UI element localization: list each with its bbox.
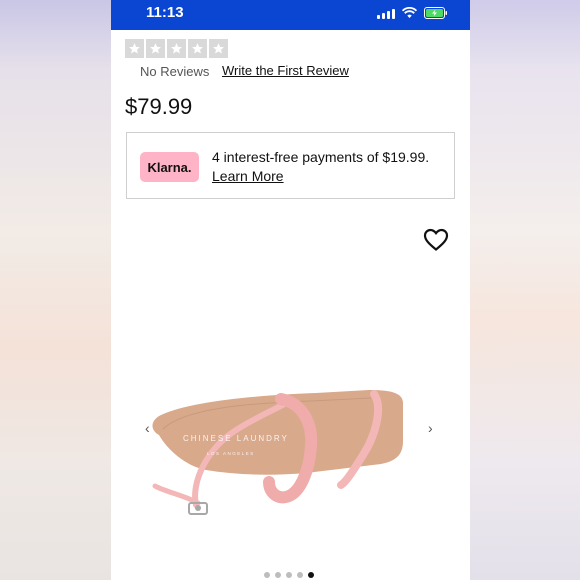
- product-image-carousel[interactable]: CHINESE LAUNDRY LOS ANGELES ‹ ›: [111, 205, 470, 570]
- signal-icon: [377, 8, 395, 19]
- write-first-review-link[interactable]: Write the First Review: [222, 63, 349, 78]
- no-reviews-text: No Reviews: [140, 64, 210, 79]
- klarna-promo: Klarna. 4 interest-free payments of $19.…: [126, 132, 455, 199]
- brand-subtext-on-image: LOS ANGELES: [207, 451, 255, 456]
- carousel-dot[interactable]: [297, 572, 303, 578]
- carousel-dot[interactable]: [264, 572, 270, 578]
- status-time: 11:13: [146, 4, 184, 21]
- carousel-dot[interactable]: [275, 572, 281, 578]
- status-icons: [377, 6, 448, 20]
- background-right: [470, 0, 580, 580]
- klarna-message: 4 interest-free payments of $19.99.: [212, 149, 430, 165]
- status-bar: 11:13: [111, 0, 470, 30]
- star-icon: [146, 39, 165, 58]
- carousel-pagination: [264, 572, 314, 578]
- battery-charging-icon: [424, 7, 448, 19]
- klarna-logo: Klarna.: [140, 152, 199, 182]
- chevron-right-icon[interactable]: ›: [428, 420, 433, 436]
- star-icon: [188, 39, 207, 58]
- chevron-left-icon[interactable]: ‹: [145, 420, 150, 436]
- phone-screen: 11:13 No Reviews Write the First Review …: [111, 0, 470, 580]
- klarna-learn-more-link[interactable]: Learn More: [212, 168, 284, 184]
- background-left: [0, 0, 111, 580]
- brand-text-on-image: CHINESE LAUNDRY: [183, 434, 289, 443]
- carousel-dot-active[interactable]: [308, 572, 314, 578]
- star-icon: [167, 39, 186, 58]
- rating-stars: [125, 39, 228, 58]
- product-price: $79.99: [125, 94, 193, 119]
- wifi-icon: [402, 7, 417, 19]
- product-image-sandal: CHINESE LAUNDRY LOS ANGELES: [152, 390, 403, 515]
- star-icon: [209, 39, 228, 58]
- carousel-dot[interactable]: [286, 572, 292, 578]
- star-icon: [125, 39, 144, 58]
